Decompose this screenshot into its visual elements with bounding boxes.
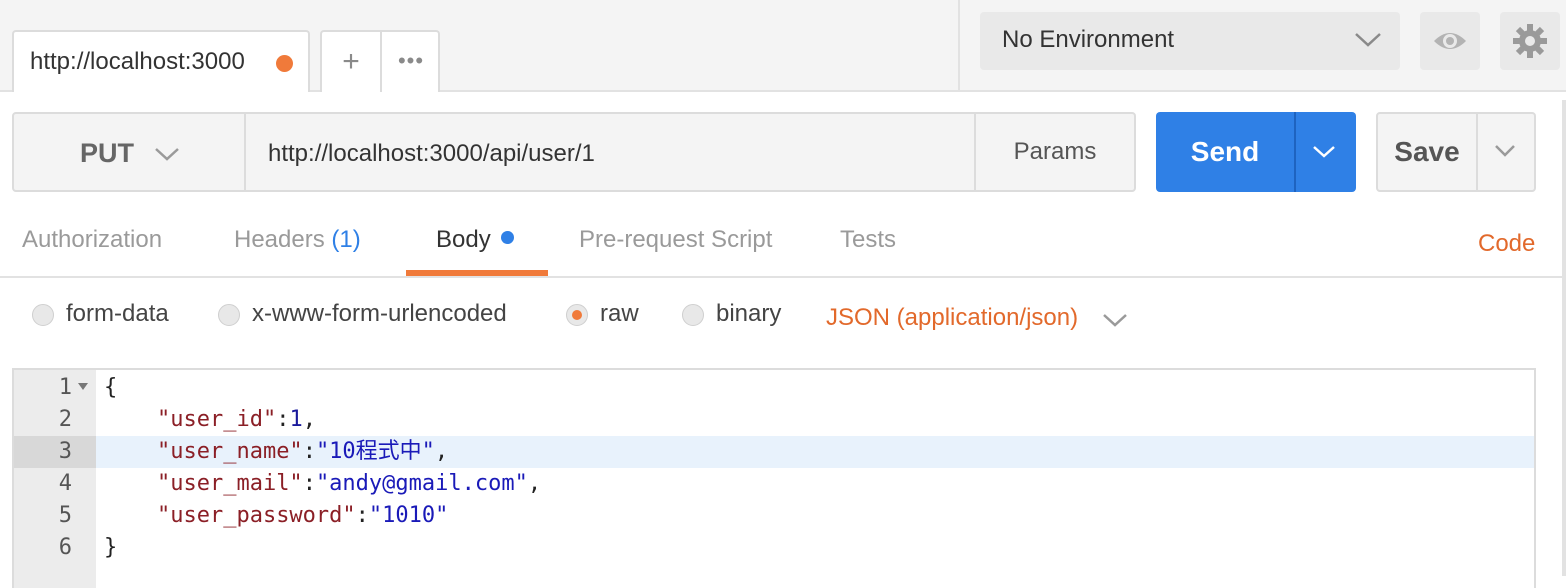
code-line: 6 } [14,532,1534,564]
line-number: 5 [58,503,72,528]
fold-caret-icon[interactable] [78,383,88,391]
environment-select-value: No Environment [1002,26,1175,53]
tab-authorization[interactable]: Authorization [22,226,162,254]
body-type-options: form-data x-www-form-urlencoded raw bina… [0,292,1566,342]
code-text: "user_mail":"andy@gmail.com", [156,471,542,496]
headers-count-badge: (1) [331,226,361,253]
chevron-down-icon [1355,33,1381,47]
line-number: 4 [58,471,72,496]
code-line-current: 3 "user_name":"10程式中", [14,436,1534,468]
window-scrollbar[interactable] [1562,100,1566,576]
content-type-select[interactable]: JSON (application/json) [826,304,1078,332]
send-options-chevron-down-icon[interactable] [1312,144,1336,160]
tab-headers[interactable]: Headers (1) [234,226,361,254]
new-tab-button[interactable]: + [322,32,380,92]
radio-binary-label[interactable]: binary [716,300,781,328]
tab-body-label: Body [436,226,491,253]
gear-icon [1513,24,1547,58]
code-text: { [104,375,118,400]
send-button[interactable]: Send [1156,112,1294,192]
radio-urlencoded[interactable] [218,304,240,326]
radio-binary[interactable] [682,304,704,326]
code-text: "user_id":1, [156,407,316,432]
code-line: 5 "user_password":"1010" [14,500,1534,532]
save-button[interactable]: Save [1378,114,1476,190]
request-tab-active[interactable]: http://localhost:3000 [12,30,310,92]
params-button[interactable]: Params [974,114,1134,190]
chevron-down-icon [155,148,179,161]
environment-select[interactable]: No Environment [980,12,1400,70]
eye-icon [1434,33,1466,49]
method-select[interactable]: PUT [14,114,246,190]
send-divider [1294,112,1296,192]
unsaved-changes-dot-icon [276,55,293,72]
save-button-group: Save [1376,112,1536,192]
code-text: "user_name":"10程式中", [156,439,449,464]
save-divider [1476,114,1478,190]
environment-quick-look-button[interactable] [1420,12,1480,70]
radio-form-data[interactable] [32,304,54,326]
save-options-chevron-down-icon[interactable] [1494,144,1516,158]
tab-pre-request-script[interactable]: Pre-request Script [579,226,772,254]
line-number: 2 [58,407,72,432]
method-select-value: PUT [80,138,134,168]
more-tabs-button[interactable]: ••• [382,32,440,92]
tab-body[interactable]: Body [436,226,514,254]
radio-raw[interactable] [566,304,588,326]
request-tab-label: http://localhost:3000 [30,48,245,75]
body-modified-dot-icon [500,231,514,244]
code-line: 4 "user_mail":"andy@gmail.com", [14,468,1534,500]
body-code-editor[interactable]: 1 { 2 "user_id":1, 3 "user_name":"10程式中"… [12,368,1536,588]
line-number: 6 [58,535,72,560]
line-number: 3 [14,436,96,468]
code-text: "user_password":"1010" [156,503,449,528]
url-input[interactable]: http://localhost:3000/api/user/1 [268,140,595,168]
code-link[interactable]: Code [1478,230,1535,258]
radio-form-data-label[interactable]: form-data [66,300,169,328]
send-button-group: Send [1156,112,1356,192]
code-line: 2 "user_id":1, [14,404,1534,436]
tab-actions: + ••• [320,30,440,92]
tab-tests[interactable]: Tests [840,226,896,254]
radio-urlencoded-label[interactable]: x-www-form-urlencoded [252,300,507,328]
settings-button[interactable] [1500,12,1560,70]
tab-headers-label: Headers [234,226,325,253]
request-bar: PUT http://localhost:3000/api/user/1 Par… [12,112,1136,192]
top-bar: http://localhost:3000 + ••• No Environme… [0,0,1566,92]
code-line: 1 { [14,372,1534,404]
code-text: } [104,535,118,560]
chevron-down-icon[interactable] [1102,312,1128,328]
request-tabs: Authorization Headers (1) Body Pre-reque… [0,208,1566,278]
active-tab-underline [406,270,548,276]
radio-raw-label[interactable]: raw [600,300,639,328]
topbar-divider [958,0,960,92]
